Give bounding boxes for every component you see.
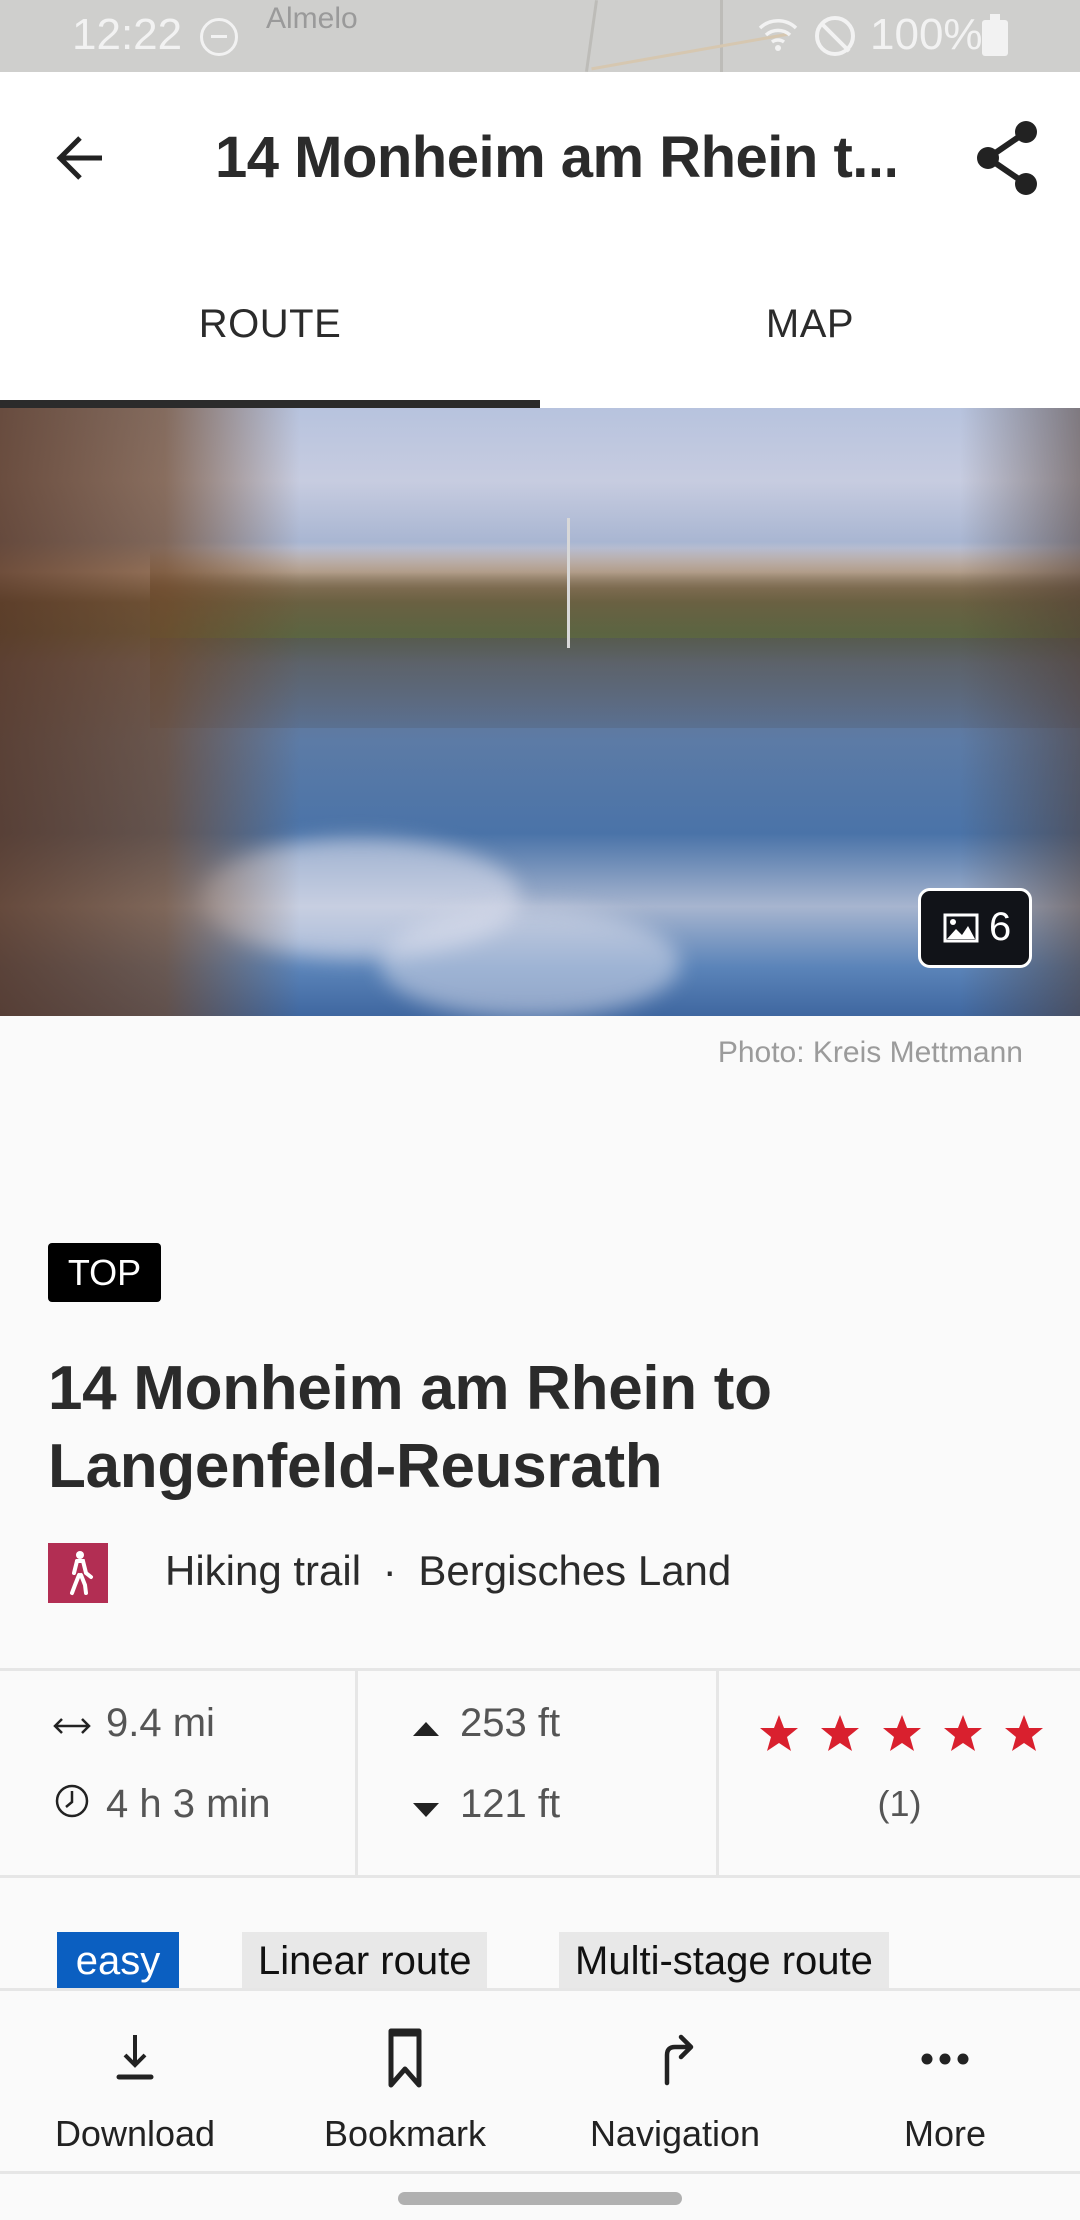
navigation-label: Navigation <box>589 2113 761 2154</box>
battery-icon <box>982 14 1008 56</box>
app-bar: 14 Monheim am Rhein t... <box>0 72 1080 242</box>
stat-ascent: 253 ft <box>406 1701 560 1748</box>
share-button[interactable] <box>970 116 1046 200</box>
ascent-value: 253 ft <box>460 1701 561 1745</box>
star-icon <box>943 1715 982 1751</box>
do-not-disturb-icon <box>200 18 238 56</box>
app-bar-title: 14 Monheim am Rhein t... <box>215 125 895 190</box>
navigation-button[interactable]: Navigation <box>540 1991 810 2171</box>
stats-rating[interactable]: (1) <box>719 1671 1080 1875</box>
route-stage-tag: Multi-stage route <box>559 1932 889 1992</box>
status-time: 12:22 <box>72 10 183 59</box>
route-type-tag: Linear route <box>242 1932 488 1992</box>
bottom-action-bar: Download Bookmark Navigation More <box>0 1988 1080 2174</box>
wifi-icon <box>758 19 798 51</box>
blocked-icon <box>815 16 855 56</box>
share-icon <box>977 121 1037 195</box>
category-separator: · <box>382 1547 397 1594</box>
stats-elevation: 253 ft 121 ft <box>358 1671 719 1875</box>
photo-pylon <box>567 518 570 648</box>
image-icon <box>943 913 979 943</box>
bookmark-button[interactable]: Bookmark <box>270 1991 540 2171</box>
duration-value: 4 h 3 min <box>106 1782 271 1826</box>
rating-count: (1) <box>877 1783 922 1824</box>
stat-duration: 4 h 3 min <box>52 1782 271 1829</box>
map-background-line <box>720 0 723 72</box>
difficulty-tag: easy <box>57 1932 179 1992</box>
stat-descent: 121 ft <box>406 1782 560 1829</box>
more-button[interactable]: More <box>810 1991 1080 2171</box>
back-button[interactable] <box>46 122 118 194</box>
rating-stars <box>759 1713 1044 1753</box>
tab-selected-indicator <box>0 400 540 408</box>
arrow-left-icon <box>56 136 102 180</box>
download-icon <box>116 2035 154 2080</box>
status-bar: 12:22 Almelo 100% <box>0 0 1080 72</box>
stats-distance-duration: 9.4 mi 4 h 3 min <box>0 1671 358 1875</box>
route-category: Hiking trail <box>165 1547 362 1594</box>
distance-value: 9.4 mi <box>106 1701 215 1745</box>
route-stats: 9.4 mi 4 h 3 min 253 ft 121 ft (1) <box>0 1668 1080 1878</box>
descent-value: 121 ft <box>460 1782 561 1826</box>
turn-right-icon <box>664 2034 694 2086</box>
more-horizontal-icon <box>921 2053 969 2065</box>
tab-route[interactable]: ROUTE <box>0 242 540 408</box>
ascent-triangle-icon <box>406 1703 446 1748</box>
route-category-line: Hiking trail · Bergisches Land <box>165 1547 731 1595</box>
photo-count: 6 <box>989 905 1012 949</box>
map-background-line <box>585 0 598 72</box>
home-indicator[interactable] <box>398 2192 682 2205</box>
photo-branches-left <box>0 408 300 1016</box>
more-label: More <box>903 2113 987 2154</box>
download-label: Download <box>54 2113 216 2154</box>
star-icon <box>882 1715 921 1751</box>
star-icon <box>1005 1715 1043 1751</box>
photo-cloud-reflection <box>380 908 680 1016</box>
route-tags: easy Linear route Multi-stage route <box>0 1932 1080 1992</box>
clock-icon <box>52 1783 92 1829</box>
top-badge: TOP <box>48 1243 161 1302</box>
tab-map[interactable]: MAP <box>540 242 1080 408</box>
photo-gallery-button[interactable]: 6 <box>918 888 1032 968</box>
download-button[interactable]: Download <box>0 1991 270 2171</box>
distance-arrows-icon <box>52 1703 92 1748</box>
map-place-label: Almelo <box>266 2 358 35</box>
star-icon <box>821 1715 860 1751</box>
bookmark-label: Bookmark <box>323 2113 487 2154</box>
battery-level: 100% <box>870 10 983 59</box>
route-title: 14 Monheim am Rhein to Langenfeld-Reusra… <box>48 1354 772 1501</box>
descent-triangle-icon <box>406 1784 446 1829</box>
bookmark-icon <box>388 2028 422 2088</box>
hiking-icon <box>48 1543 108 1603</box>
photo-credit: Photo: Kreis Mettmann <box>717 1036 1023 1069</box>
stat-distance: 9.4 mi <box>52 1701 215 1748</box>
tab-bar: ROUTE MAP <box>0 242 1080 408</box>
star-icon <box>760 1715 798 1751</box>
route-region[interactable]: Bergisches Land <box>418 1547 731 1594</box>
